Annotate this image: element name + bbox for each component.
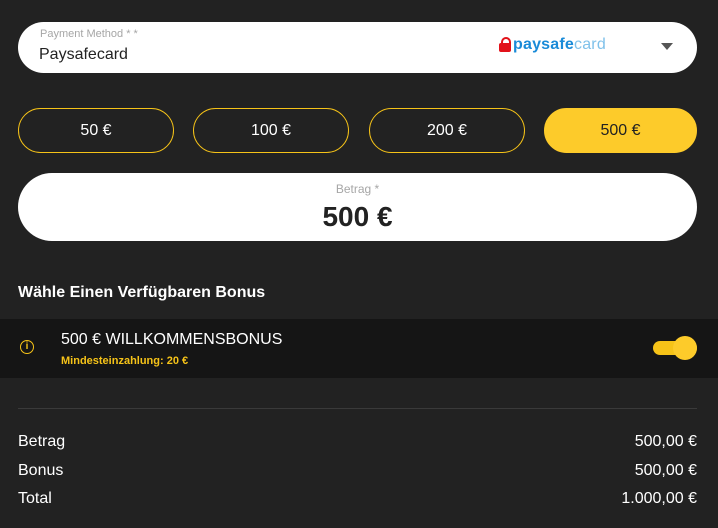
logo-text-paysafe: paysafe — [513, 36, 574, 53]
payment-method-label: Payment Method * * — [40, 28, 138, 40]
summary-row-betrag: Betrag 500,00 € — [18, 433, 697, 453]
summary-row-total: Total 1.000,00 € — [18, 490, 697, 510]
summary-label: Betrag — [18, 433, 66, 450]
summary-value: 500,00 € — [634, 433, 697, 450]
summary-value: 1.000,00 € — [621, 490, 697, 507]
summary-row-bonus: Bonus 500,00 € — [18, 462, 697, 482]
summary-value: 500,00 € — [634, 462, 697, 479]
summary-label: Bonus — [18, 462, 64, 479]
info-icon[interactable]: i — [20, 340, 34, 354]
amount-input-value: 500 € — [322, 201, 393, 232]
toggle-knob — [673, 336, 697, 360]
logo-text-card: card — [574, 36, 606, 53]
amount-option-50[interactable]: 50 € — [18, 108, 174, 153]
amount-option-500[interactable]: 500 € — [544, 108, 697, 153]
amount-input[interactable]: Betrag * 500 € — [18, 173, 697, 241]
amount-option-100[interactable]: 100 € — [193, 108, 349, 153]
paysafecard-logo: paysafe card — [499, 36, 606, 54]
divider — [18, 408, 697, 409]
lock-icon — [499, 37, 511, 53]
payment-method-value: Paysafecard — [39, 46, 128, 63]
summary-label: Total — [18, 490, 52, 507]
chevron-down-icon[interactable] — [661, 43, 673, 50]
amount-input-label: Betrag * — [335, 182, 380, 196]
bonus-heading: Wähle Einen Verfügbaren Bonus — [18, 284, 266, 301]
bonus-min-deposit: Mindesteinzahlung: 20 € — [61, 355, 189, 367]
bonus-toggle[interactable] — [653, 336, 697, 360]
payment-method-select[interactable]: Payment Method * * Paysafecard paysafe c… — [18, 22, 697, 73]
bonus-option-row[interactable]: i 500 € WILLKOMMENSBONUS Mindesteinzahlu… — [0, 319, 718, 378]
bonus-title: 500 € WILLKOMMENSBONUS — [61, 331, 283, 348]
amount-option-200[interactable]: 200 € — [369, 108, 525, 153]
